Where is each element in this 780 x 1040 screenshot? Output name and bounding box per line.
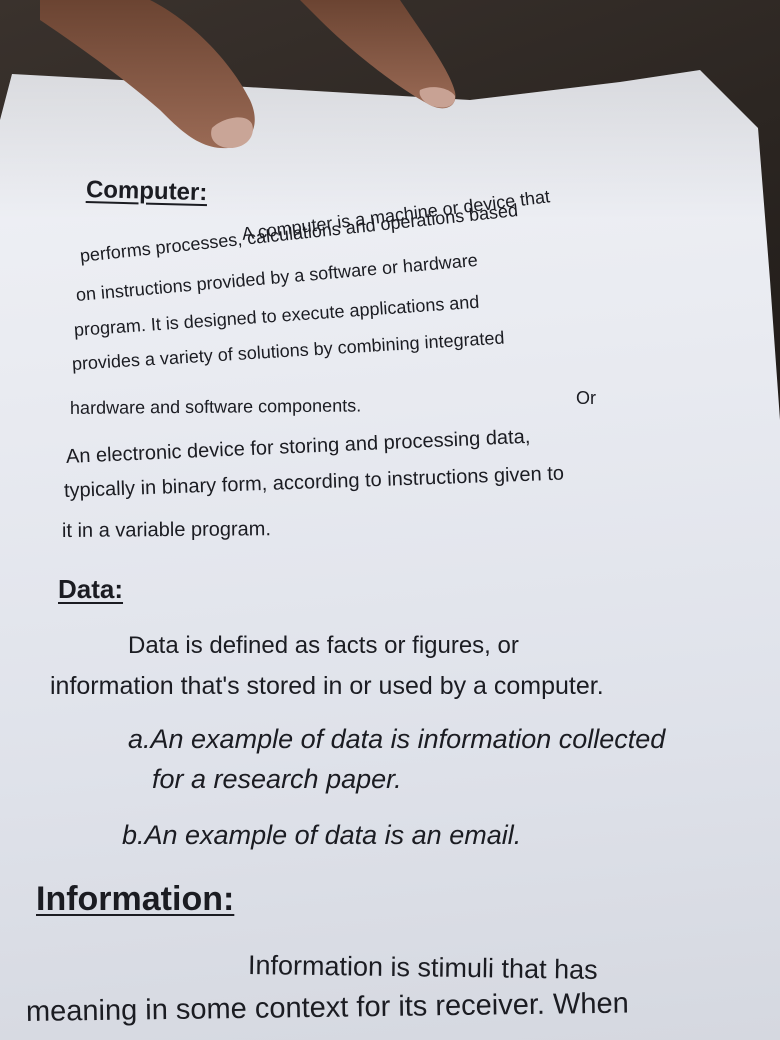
paper-sheet: Computer: A computer is a machine or dev… (0, 70, 780, 1040)
data-example-a-line-1: a.An example of data is information coll… (128, 724, 666, 754)
data-example-a-line-2: for a research paper. (152, 764, 402, 794)
information-definition-line-1: Information is stimuli that has (247, 950, 598, 985)
computer-definition-line-6: hardware and software components. (69, 395, 362, 418)
data-definition-line-1: Data is defined as facts or figures, or (128, 632, 519, 659)
data-definition-line-2: information that's stored in or used by … (50, 672, 604, 700)
computer-heading: Computer: (85, 176, 208, 207)
photo-stage: Computer: A computer is a machine or dev… (0, 0, 780, 1040)
data-example-b: b.An example of data is an email. (122, 820, 522, 850)
information-heading: Information: (36, 880, 235, 918)
information-definition-line-2: meaning in some context for its receiver… (25, 987, 629, 1028)
data-heading: Data: (58, 574, 124, 604)
computer-alt-definition-line-2: typically in binary form, according to i… (63, 462, 565, 502)
or-label: Or (576, 388, 596, 408)
computer-alt-definition-line-1: An electronic device for storing and pro… (65, 425, 531, 468)
computer-alt-definition-line-3: it in a variable program. (61, 518, 272, 542)
